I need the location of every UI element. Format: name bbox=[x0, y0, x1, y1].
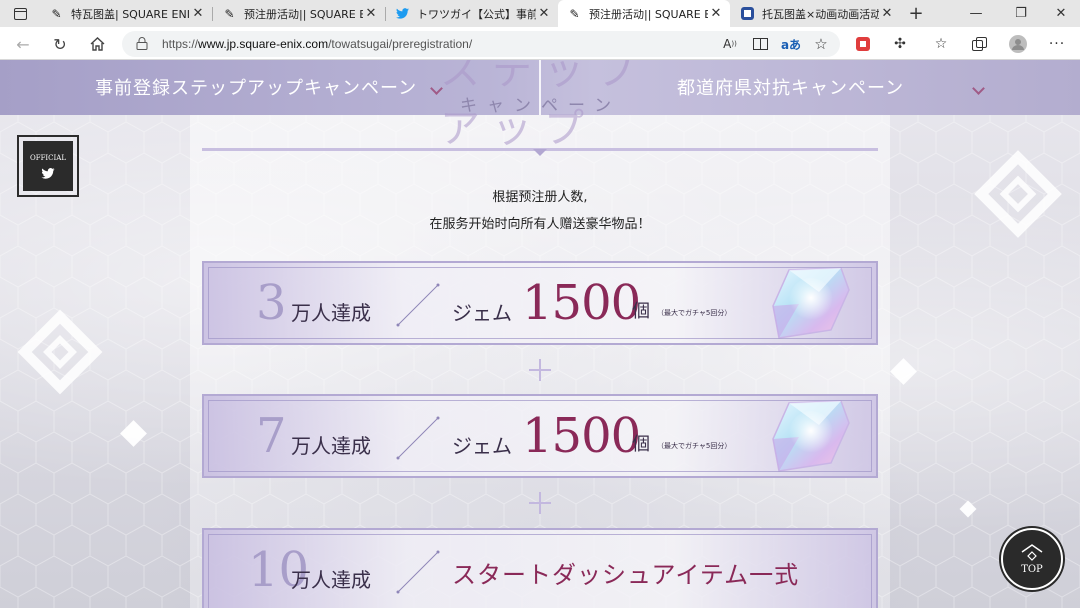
reward-counter: 個 bbox=[632, 434, 650, 455]
back-icon[interactable]: ← bbox=[10, 31, 36, 57]
twitter-bird-icon bbox=[396, 7, 409, 20]
pen-icon: ✎ bbox=[569, 6, 580, 21]
gem-crystal-icon bbox=[772, 400, 850, 472]
nav-stepup-campaign-link[interactable]: 事前登録ステップアップキャンペーン bbox=[95, 74, 417, 100]
slash-divider-icon bbox=[396, 416, 440, 460]
reward-card-70k: 7 万人達成 ジェム 1500 個 （最大でガチャ5回分） bbox=[202, 394, 878, 478]
more-menu-icon[interactable]: ··· bbox=[1045, 32, 1069, 56]
top-label: TOP bbox=[1021, 563, 1043, 575]
reward-note: （最大でガチャ5回分） bbox=[657, 442, 732, 450]
extension-red-icon[interactable] bbox=[851, 32, 875, 56]
tab-title: トワツガイ【公式】事前登 bbox=[417, 7, 536, 21]
nav-prefecture-campaign-link[interactable]: 都道府県対抗キャンペーン bbox=[677, 74, 904, 100]
close-icon[interactable]: ✕ bbox=[536, 6, 552, 21]
reward-bonus-items: スタートダッシュアイテム一式 bbox=[452, 561, 800, 589]
immersive-reader-icon[interactable] bbox=[748, 32, 772, 56]
reward-note: （最大でガチャ5回分） bbox=[657, 309, 732, 317]
official-twitter-button[interactable]: OFFICIAL bbox=[17, 135, 79, 197]
milestone-unit: 万人達成 bbox=[291, 434, 371, 458]
translate-icon[interactable]: aあ bbox=[779, 32, 803, 56]
back-to-top-button[interactable]: TOP bbox=[1001, 528, 1063, 590]
pen-icon: ✎ bbox=[224, 6, 235, 21]
favorites-icon[interactable]: ☆ bbox=[929, 32, 953, 56]
gem-crystal-icon bbox=[772, 267, 850, 339]
nav-sub-label: キャンペーン bbox=[460, 96, 622, 116]
reward-item-name: ジェム bbox=[452, 434, 512, 458]
doc-icon bbox=[741, 7, 754, 20]
reward-card-100k: 10 万人達成 スタートダッシュアイテム一式 bbox=[202, 528, 878, 608]
browser-tab-1[interactable]: ✎ 特瓦图盖| SQUARE ENIX ✕ bbox=[40, 0, 212, 27]
reward-counter: 個 bbox=[632, 301, 650, 322]
restore-icon[interactable]: ❐ bbox=[1005, 0, 1037, 27]
milestone-number: 7 bbox=[256, 408, 287, 464]
reward-item-name: ジェム bbox=[452, 301, 512, 325]
description-line-1: 根据预注册人数, bbox=[492, 190, 588, 205]
tab-title: 特瓦图盖| SQUARE ENIX bbox=[71, 7, 190, 21]
plus-icon bbox=[529, 359, 551, 381]
close-icon[interactable]: ✕ bbox=[708, 6, 724, 21]
favorite-star-icon[interactable]: ☆ bbox=[809, 32, 833, 56]
close-icon[interactable]: ✕ bbox=[190, 6, 206, 21]
twitter-bird-icon bbox=[41, 167, 55, 179]
official-label: OFFICIAL bbox=[29, 153, 67, 162]
chevron-down-icon bbox=[972, 82, 985, 95]
web-page: ステップアップ 事前登録ステップアップキャンペーン キャンペーン 都道府県対抗キ… bbox=[0, 60, 1080, 608]
read-aloud-icon[interactable]: A)) bbox=[718, 32, 742, 56]
milestone-unit: 万人達成 bbox=[291, 568, 371, 592]
address-toolbar: ← ↻ https://www.jp.square-enix.com/towat… bbox=[0, 27, 1080, 60]
chevron-up-icon bbox=[1021, 543, 1043, 561]
url-text: https://www.jp.square-enix.com/towatsuga… bbox=[162, 37, 473, 51]
refresh-icon[interactable]: ↻ bbox=[47, 31, 73, 57]
campaign-description: 根据预注册人数, 在服务开始时向所有人赠送豪华物品！ bbox=[390, 184, 690, 238]
close-icon[interactable]: ✕ bbox=[363, 6, 379, 21]
home-icon[interactable] bbox=[84, 31, 110, 57]
slash-divider-icon bbox=[396, 283, 440, 327]
slash-divider-icon bbox=[396, 550, 440, 594]
collections-icon[interactable] bbox=[967, 32, 991, 56]
lock-icon bbox=[136, 37, 148, 50]
browser-tab-4-active[interactable]: ✎ 预注册活动|| SQUARE ENIX ✕ bbox=[558, 0, 730, 27]
milestone-unit: 万人達成 bbox=[291, 301, 371, 325]
browser-tab-bar: ✎ 特瓦图盖| SQUARE ENIX ✕ ✎ 预注册活动|| SQUARE E… bbox=[0, 0, 1080, 27]
nav-deco-text: ステップアップ bbox=[440, 60, 648, 152]
reward-amount: 1500 bbox=[522, 275, 641, 331]
tab-title: 托瓦图盖×动画动画活动第 bbox=[762, 7, 879, 21]
section-heading-arrow bbox=[533, 149, 547, 156]
browser-tab-2[interactable]: ✎ 预注册活动|| SQUARE ENIX ✕ bbox=[213, 0, 385, 27]
milestone-number: 10 bbox=[248, 542, 310, 598]
tab-title: 预注册活动|| SQUARE ENIX bbox=[589, 7, 708, 21]
close-icon[interactable]: ✕ bbox=[879, 6, 895, 21]
plus-icon bbox=[529, 492, 551, 514]
profile-avatar-icon[interactable] bbox=[1006, 32, 1030, 56]
official-twitter-inner: OFFICIAL bbox=[23, 141, 73, 191]
reward-card-30k: 3 万人達成 ジェム 1500 個 （最大でガチャ5回分） bbox=[202, 261, 878, 345]
milestone-number: 3 bbox=[256, 275, 287, 331]
browser-tab-5[interactable]: 托瓦图盖×动画动画活动第 ✕ bbox=[731, 0, 901, 27]
pen-icon: ✎ bbox=[51, 6, 62, 21]
window-close-icon[interactable]: ✕ bbox=[1045, 0, 1077, 27]
reward-amount: 1500 bbox=[522, 408, 641, 464]
extensions-puzzle-icon[interactable]: ✣ bbox=[888, 32, 912, 56]
browser-tab-3[interactable]: トワツガイ【公式】事前登 ✕ bbox=[386, 0, 558, 27]
tab-title: 预注册活动|| SQUARE ENIX bbox=[244, 7, 363, 21]
description-line-2: 在服务开始时向所有人赠送豪华物品！ bbox=[429, 217, 651, 232]
new-tab-icon[interactable]: + bbox=[900, 0, 932, 27]
campaign-nav: ステップアップ 事前登録ステップアップキャンペーン キャンペーン 都道府県対抗キ… bbox=[0, 60, 1080, 152]
tab-actions-icon[interactable] bbox=[4, 0, 36, 27]
minimize-icon[interactable]: — bbox=[960, 0, 992, 27]
